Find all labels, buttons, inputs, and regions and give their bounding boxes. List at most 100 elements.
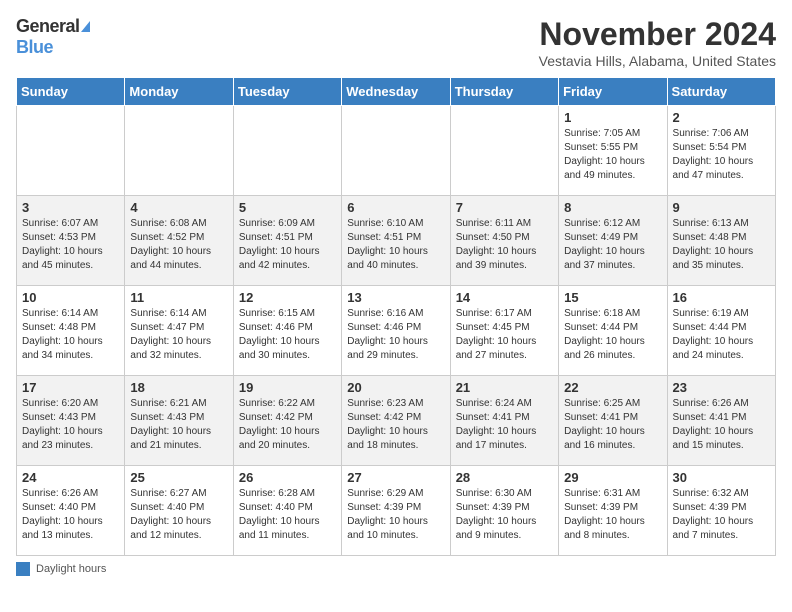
calendar-week-row: 3Sunrise: 6:07 AM Sunset: 4:53 PM Daylig…	[17, 196, 776, 286]
day-info: Sunrise: 6:21 AM Sunset: 4:43 PM Dayligh…	[130, 397, 227, 453]
calendar-cell: 13Sunrise: 6:16 AM Sunset: 4:46 PM Dayli…	[342, 286, 450, 376]
location: Vestavia Hills, Alabama, United States	[539, 53, 776, 69]
day-number: 24	[22, 470, 119, 485]
calendar-cell: 8 Sunrise: 6:12 AM Sunset: 4:49 PM Daylig…	[559, 196, 667, 286]
day-number: 4	[130, 200, 227, 215]
calendar-cell: 10Sunrise: 6:14 AM Sunset: 4:48 PM Dayli…	[17, 286, 125, 376]
day-number: 18	[130, 380, 227, 395]
calendar-cell: 16 Sunrise: 6:19 AM Sunset: 4:44 PM Dayli…	[667, 286, 775, 376]
day-info: Sunrise: 6:09 AM Sunset: 4:51 PM Dayligh…	[239, 217, 336, 273]
calendar-week-row: 10Sunrise: 6:14 AM Sunset: 4:48 PM Dayli…	[17, 286, 776, 376]
day-number: 7	[456, 200, 553, 215]
day-info: Sunrise: 6:18 AM Sunset: 4:44 PM Dayligh…	[564, 307, 661, 363]
calendar-cell: 6Sunrise: 6:10 AM Sunset: 4:51 PM Daylig…	[342, 196, 450, 286]
day-info: Sunrise: 6:27 AM Sunset: 4:40 PM Dayligh…	[130, 487, 227, 543]
header-day: Thursday	[450, 78, 558, 106]
calendar-cell: 18 Sunrise: 6:21 AM Sunset: 4:43 PM Dayli…	[125, 376, 233, 466]
calendar-cell: 17 Sunrise: 6:20 AM Sunset: 4:43 PM Dayli…	[17, 376, 125, 466]
calendar-week-row: 24 Sunrise: 6:26 AM Sunset: 4:40 PM Dayli…	[17, 466, 776, 556]
legend: Daylight hours	[16, 562, 776, 576]
calendar-cell: 24 Sunrise: 6:26 AM Sunset: 4:40 PM Dayli…	[17, 466, 125, 556]
day-number: 21	[456, 380, 553, 395]
day-info: Sunrise: 7:06 AM Sunset: 5:54 PM Dayligh…	[673, 127, 770, 183]
title-block: November 2024 Vestavia Hills, Alabama, U…	[539, 16, 776, 69]
day-info: Sunrise: 6:26 AM Sunset: 4:41 PM Dayligh…	[673, 397, 770, 453]
calendar-cell: 7 Sunrise: 6:11 AM Sunset: 4:50 PM Daylig…	[450, 196, 558, 286]
day-info: Sunrise: 6:20 AM Sunset: 4:43 PM Dayligh…	[22, 397, 119, 453]
day-number: 28	[456, 470, 553, 485]
day-number: 19	[239, 380, 336, 395]
calendar-cell: 29 Sunrise: 6:31 AM Sunset: 4:39 PM Dayli…	[559, 466, 667, 556]
calendar-cell: 3Sunrise: 6:07 AM Sunset: 4:53 PM Daylig…	[17, 196, 125, 286]
logo-general: General	[16, 16, 80, 37]
calendar-cell: 20Sunrise: 6:23 AM Sunset: 4:42 PM Dayli…	[342, 376, 450, 466]
day-number: 5	[239, 200, 336, 215]
day-number: 11	[130, 290, 227, 305]
page-header: General Blue November 2024 Vestavia Hill…	[16, 16, 776, 69]
day-info: Sunrise: 6:17 AM Sunset: 4:45 PM Dayligh…	[456, 307, 553, 363]
calendar-cell: 5 Sunrise: 6:09 AM Sunset: 4:51 PM Daylig…	[233, 196, 341, 286]
day-number: 14	[456, 290, 553, 305]
day-number: 20	[347, 380, 444, 395]
day-info: Sunrise: 6:13 AM Sunset: 4:48 PM Dayligh…	[673, 217, 770, 273]
calendar-table: SundayMondayTuesdayWednesdayThursdayFrid…	[16, 77, 776, 556]
day-number: 27	[347, 470, 444, 485]
day-info: Sunrise: 6:08 AM Sunset: 4:52 PM Dayligh…	[130, 217, 227, 273]
day-info: Sunrise: 6:12 AM Sunset: 4:49 PM Dayligh…	[564, 217, 661, 273]
day-info: Sunrise: 7:05 AM Sunset: 5:55 PM Dayligh…	[564, 127, 661, 183]
calendar-week-row: 17 Sunrise: 6:20 AM Sunset: 4:43 PM Dayli…	[17, 376, 776, 466]
calendar-cell	[233, 106, 341, 196]
calendar-cell: 19 Sunrise: 6:22 AM Sunset: 4:42 PM Dayli…	[233, 376, 341, 466]
calendar-cell: 22Sunrise: 6:25 AM Sunset: 4:41 PM Dayli…	[559, 376, 667, 466]
legend-label: Daylight hours	[36, 563, 106, 575]
day-number: 12	[239, 290, 336, 305]
header-day: Friday	[559, 78, 667, 106]
day-number: 16	[673, 290, 770, 305]
calendar-cell	[125, 106, 233, 196]
day-number: 2	[673, 110, 770, 125]
day-info: Sunrise: 6:15 AM Sunset: 4:46 PM Dayligh…	[239, 307, 336, 363]
day-number: 13	[347, 290, 444, 305]
day-info: Sunrise: 6:19 AM Sunset: 4:44 PM Dayligh…	[673, 307, 770, 363]
calendar-cell: 23 Sunrise: 6:26 AM Sunset: 4:41 PM Dayli…	[667, 376, 775, 466]
day-number: 15	[564, 290, 661, 305]
day-number: 29	[564, 470, 661, 485]
header-day: Tuesday	[233, 78, 341, 106]
calendar-cell	[342, 106, 450, 196]
day-info: Sunrise: 6:30 AM Sunset: 4:39 PM Dayligh…	[456, 487, 553, 543]
day-number: 17	[22, 380, 119, 395]
calendar-cell: 28 Sunrise: 6:30 AM Sunset: 4:39 PM Dayli…	[450, 466, 558, 556]
calendar-cell: 11 Sunrise: 6:14 AM Sunset: 4:47 PM Dayli…	[125, 286, 233, 376]
calendar-cell: 27 Sunrise: 6:29 AM Sunset: 4:39 PM Dayli…	[342, 466, 450, 556]
header-day: Monday	[125, 78, 233, 106]
calendar-week-row: 1 Sunrise: 7:05 AM Sunset: 5:55 PM Daylig…	[17, 106, 776, 196]
calendar-cell: 1 Sunrise: 7:05 AM Sunset: 5:55 PM Daylig…	[559, 106, 667, 196]
legend-box	[16, 562, 30, 576]
day-info: Sunrise: 6:07 AM Sunset: 4:53 PM Dayligh…	[22, 217, 119, 273]
day-info: Sunrise: 6:32 AM Sunset: 4:39 PM Dayligh…	[673, 487, 770, 543]
calendar-cell: 4 Sunrise: 6:08 AM Sunset: 4:52 PM Daylig…	[125, 196, 233, 286]
day-number: 1	[564, 110, 661, 125]
day-number: 30	[673, 470, 770, 485]
day-info: Sunrise: 6:11 AM Sunset: 4:50 PM Dayligh…	[456, 217, 553, 273]
day-number: 9	[673, 200, 770, 215]
day-info: Sunrise: 6:31 AM Sunset: 4:39 PM Dayligh…	[564, 487, 661, 543]
calendar-cell: 15 Sunrise: 6:18 AM Sunset: 4:44 PM Dayli…	[559, 286, 667, 376]
calendar-header-row: SundayMondayTuesdayWednesdayThursdayFrid…	[17, 78, 776, 106]
calendar-cell: 12 Sunrise: 6:15 AM Sunset: 4:46 PM Dayli…	[233, 286, 341, 376]
header-day: Saturday	[667, 78, 775, 106]
day-info: Sunrise: 6:26 AM Sunset: 4:40 PM Dayligh…	[22, 487, 119, 543]
header-day: Wednesday	[342, 78, 450, 106]
day-info: Sunrise: 6:22 AM Sunset: 4:42 PM Dayligh…	[239, 397, 336, 453]
day-info: Sunrise: 6:14 AM Sunset: 4:47 PM Dayligh…	[130, 307, 227, 363]
day-info: Sunrise: 6:29 AM Sunset: 4:39 PM Dayligh…	[347, 487, 444, 543]
day-number: 10	[22, 290, 119, 305]
calendar-cell: 30 Sunrise: 6:32 AM Sunset: 4:39 PM Dayli…	[667, 466, 775, 556]
day-info: Sunrise: 6:24 AM Sunset: 4:41 PM Dayligh…	[456, 397, 553, 453]
day-number: 23	[673, 380, 770, 395]
calendar-cell: 9 Sunrise: 6:13 AM Sunset: 4:48 PM Daylig…	[667, 196, 775, 286]
logo-chevron-icon	[81, 21, 90, 32]
header-day: Sunday	[17, 78, 125, 106]
day-info: Sunrise: 6:28 AM Sunset: 4:40 PM Dayligh…	[239, 487, 336, 543]
day-number: 8	[564, 200, 661, 215]
